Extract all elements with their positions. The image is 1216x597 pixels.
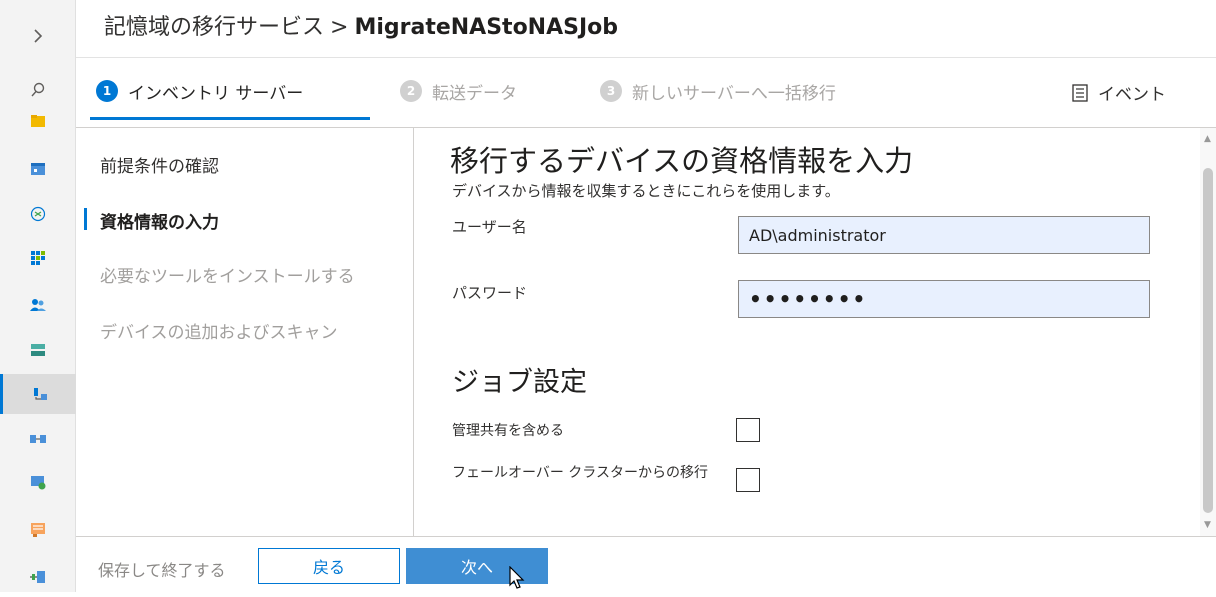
username-label: ユーザー名 <box>452 218 527 236</box>
breadcrumb-service[interactable]: 記憶域の移行サービス <box>104 15 324 40</box>
step-label: 転送データ <box>432 83 517 104</box>
main-content: 移行するデバイスの資格情報を入力 デバイスから情報を収集するときにこれらを使用し… <box>414 128 1200 536</box>
storage-icon[interactable] <box>0 330 76 370</box>
page-title: 移行するデバイスの資格情報を入力 <box>450 144 914 178</box>
back-button[interactable]: 戻る <box>258 548 400 584</box>
nav-rail <box>0 0 76 592</box>
expand-chevron-icon[interactable] <box>0 16 76 56</box>
next-button[interactable]: 次へ <box>406 548 548 584</box>
step-number: 3 <box>600 80 622 102</box>
step-inventory[interactable]: 1 インベントリ サーバー <box>96 76 303 106</box>
job-settings-title: ジョブ設定 <box>452 367 587 398</box>
active-step-indicator <box>90 117 370 120</box>
app-window: 記憶域の移行サービス > MigrateNAStoNASJob 1 インベントリ サ… <box>0 0 1216 592</box>
breadcrumb-job: MigrateNAStoNASJob <box>354 15 619 40</box>
events-label: イベント <box>1098 85 1166 105</box>
wizard-footer: 保存して終了する 戻る 次へ <box>76 536 1216 592</box>
failover-cluster-checkbox[interactable] <box>736 468 760 492</box>
step-number: 1 <box>96 80 118 102</box>
vm-icon[interactable] <box>0 462 76 502</box>
page-header: 記憶域の移行サービス > MigrateNAStoNASJob <box>76 0 1216 58</box>
events-button[interactable]: イベント <box>1072 80 1166 105</box>
include-admin-shares-label: 管理共有を含める <box>452 423 564 439</box>
password-label: パスワード <box>452 284 528 302</box>
step-cutover[interactable]: 3 新しいサーバーへ一括移行 <box>600 76 836 106</box>
substep-nav: 前提条件の確認 資格情報の入力 必要なツールをインストールする デバイスの追加お… <box>76 128 414 536</box>
failover-cluster-label: フェールオーバー クラスターからの移行 <box>452 465 709 481</box>
substep-add-scan-devices: デバイスの追加およびスキャン <box>100 323 338 343</box>
scroll-thumb[interactable] <box>1203 168 1213 513</box>
include-admin-shares-checkbox[interactable] <box>736 418 760 442</box>
reports-icon[interactable] <box>0 510 76 550</box>
scroll-up-arrow-icon[interactable]: ▲ <box>1204 134 1211 144</box>
breadcrumb-separator: > <box>330 15 349 40</box>
dashboard-icon[interactable] <box>0 149 76 189</box>
username-field[interactable]: AD\administrator <box>738 216 1150 254</box>
step-label: 新しいサーバーへ一括移行 <box>632 83 836 104</box>
substep-install-tools: 必要なツールをインストールする <box>100 267 355 287</box>
folder-icon[interactable] <box>0 101 76 141</box>
password-field[interactable]: •••••••• <box>738 280 1150 318</box>
breadcrumb: 記憶域の移行サービス > MigrateNAStoNASJob <box>104 12 618 44</box>
apps-icon[interactable] <box>0 238 76 278</box>
substep-prerequisites[interactable]: 前提条件の確認 <box>100 152 219 177</box>
sync-icon[interactable] <box>0 419 76 459</box>
step-number: 2 <box>400 80 422 102</box>
save-and-exit-link[interactable]: 保存して終了する <box>98 557 226 581</box>
globe-icon[interactable] <box>0 194 76 234</box>
scroll-down-arrow-icon[interactable]: ▼ <box>1204 520 1211 530</box>
content-scrollbar[interactable]: ▲ ▼ <box>1200 128 1216 536</box>
substep-credentials[interactable]: 資格情報の入力 <box>100 208 219 233</box>
mouse-cursor-icon <box>509 566 525 589</box>
step-transfer-data[interactable]: 2 転送データ <box>400 76 517 106</box>
current-substep-indicator <box>84 208 87 230</box>
users-icon[interactable] <box>0 285 76 325</box>
migration-icon[interactable] <box>0 374 76 414</box>
page-subtitle: デバイスから情報を収集するときにこれらを使用します。 <box>452 182 840 200</box>
step-label: インベントリ サーバー <box>128 83 304 104</box>
wizard-steps: 1 インベントリ サーバー 2 転送データ 3 新しいサーバーへ一括移行 イベン… <box>76 58 1216 128</box>
network-icon[interactable] <box>0 557 76 597</box>
event-list-icon <box>1072 83 1088 102</box>
